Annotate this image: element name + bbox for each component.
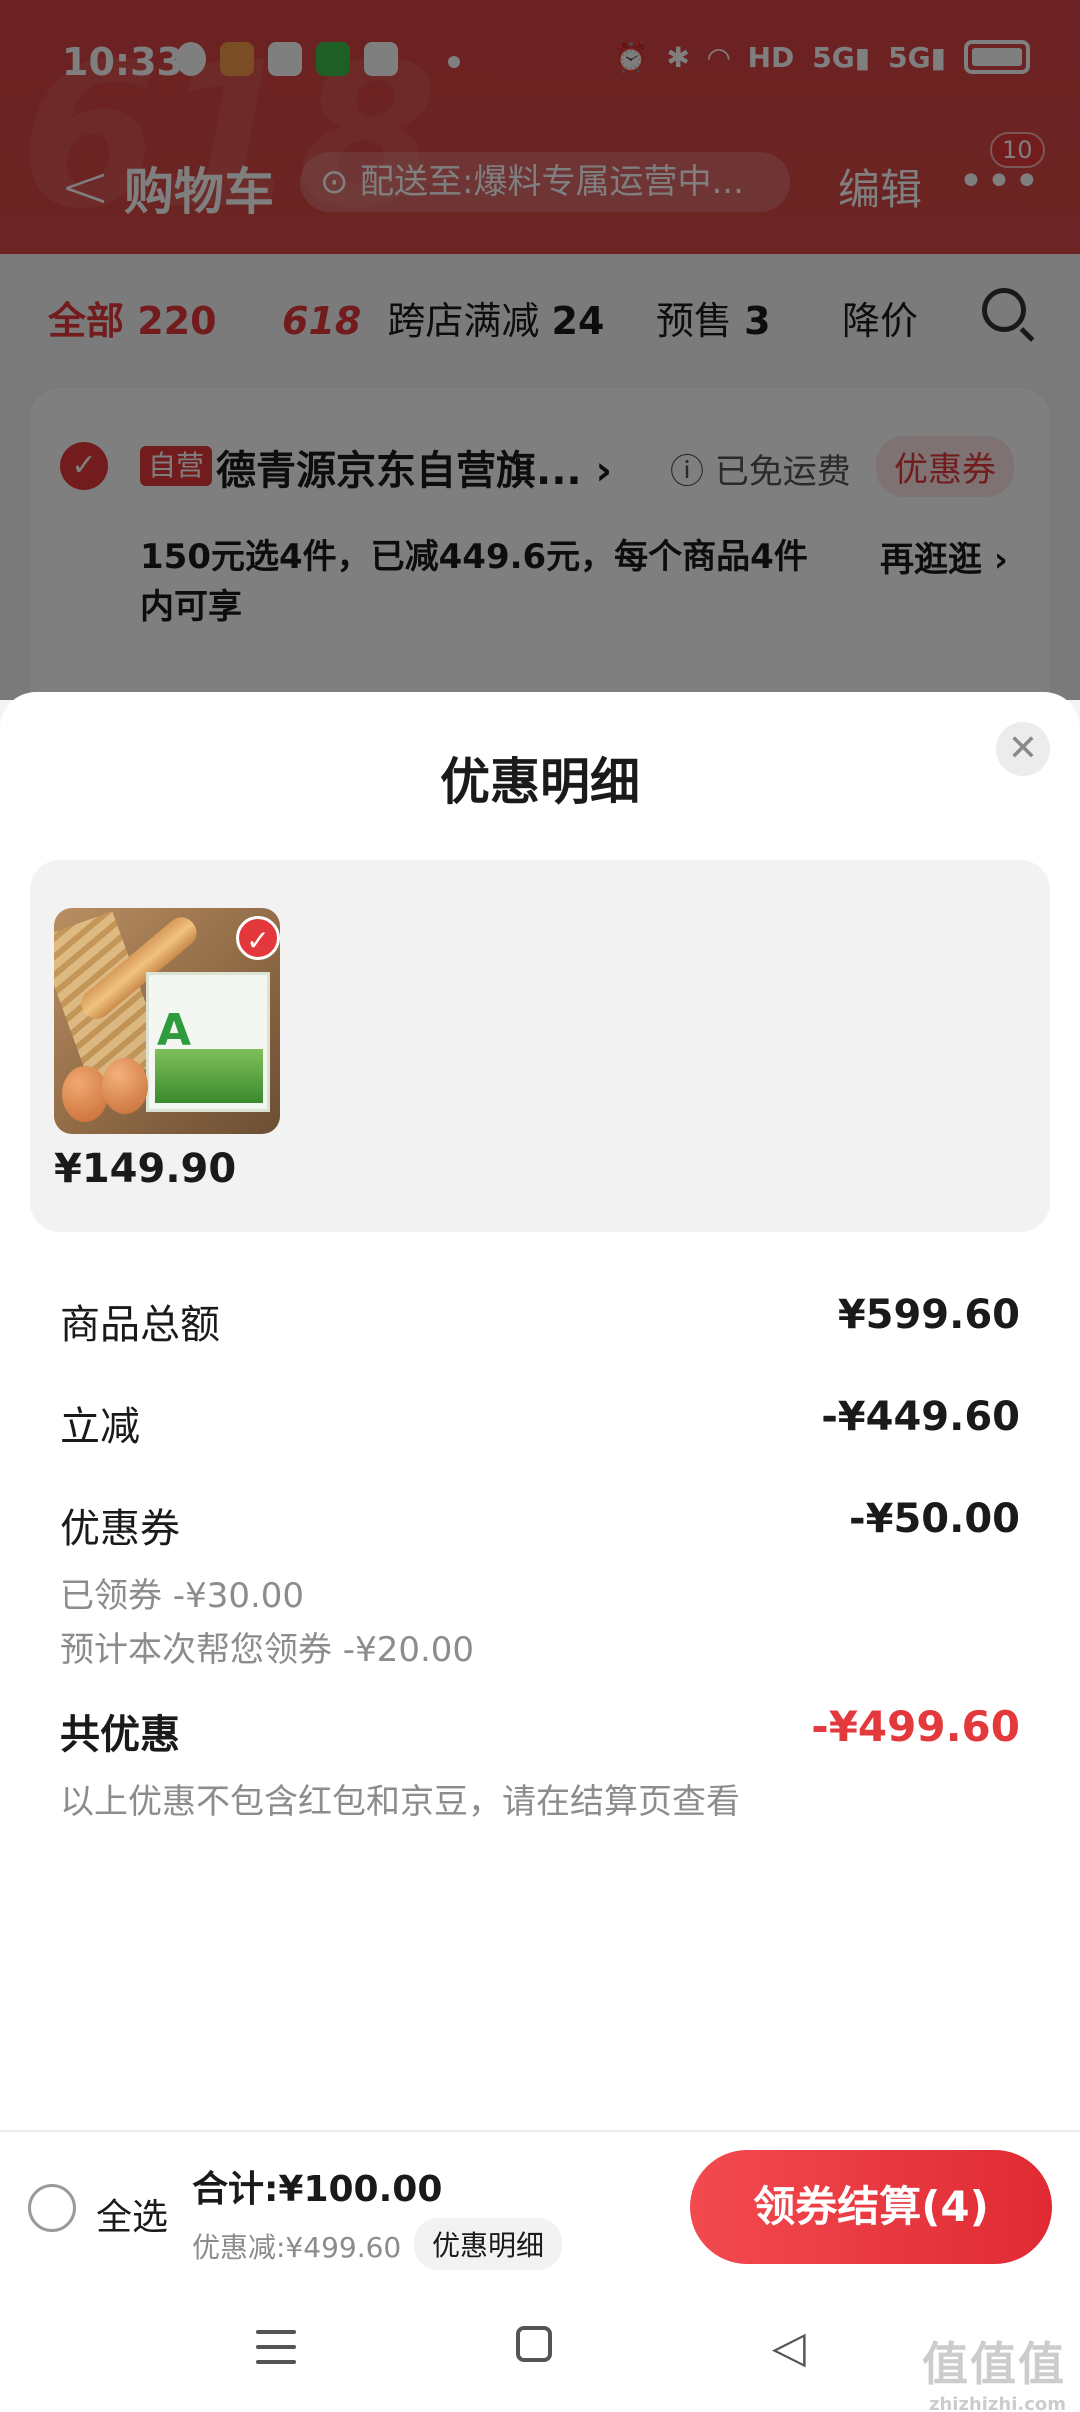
checkout-button[interactable]: 领券结算(4) [690, 2150, 1052, 2264]
row-instant-discount: 立减 -¥449.60 [60, 1394, 1020, 1454]
checkout-bar: 全选 合计:¥100.00 优惠减:¥499.60 优惠明细 领券结算(4) [0, 2130, 1080, 2282]
system-nav-bar: ◁ 值值值 zhizhizhi.com [0, 2282, 1080, 2412]
product-image-field [155, 1049, 263, 1103]
instant-discount-value: -¥449.60 [821, 1394, 1020, 1440]
dim-overlay[interactable] [0, 0, 1080, 700]
coupon-value: -¥50.00 [849, 1496, 1020, 1542]
cart-discount: 优惠减:¥499.60 [192, 2231, 402, 2264]
recent-apps-icon[interactable] [256, 2330, 296, 2364]
watermark-main: 值值值 [922, 2337, 1066, 2391]
back-triangle-icon[interactable]: ◁ [772, 2322, 806, 2373]
discount-note: 以上优惠不包含红包和京豆，请在结算页查看 [60, 1782, 740, 1822]
select-all-radio[interactable] [28, 2184, 76, 2232]
watermark-url: zhizhizhi.com [928, 2394, 1066, 2412]
cart-sum: 合计:¥100.00 [192, 2169, 443, 2210]
row-coupon: 优惠券 -¥50.00 [60, 1496, 1020, 1556]
discount-detail-button[interactable]: 优惠明细 [414, 2218, 563, 2270]
cart-page-background: 618 10:33 ⏰ ✱ ◠ HD 5G▮ 5G▮ < [0, 0, 1080, 788]
row-goods-total: 商品总额 ¥599.60 [60, 1292, 1020, 1352]
product-image-box: A [146, 972, 270, 1112]
coupon-estimated: 预计本次帮您领券 -¥20.00 [60, 1630, 475, 1670]
product-image-egg [102, 1058, 148, 1114]
coupon-claimed: 已领券 -¥30.00 [60, 1576, 305, 1616]
sheet-title: 优惠明细 [440, 753, 640, 811]
product-selected-icon: ✓ [236, 916, 280, 960]
goods-total-value: ¥599.60 [837, 1292, 1020, 1338]
watermark: 值值值 zhizhizhi.com [922, 2328, 1066, 2412]
instant-discount-label: 立减 [60, 1404, 140, 1450]
product-price: ¥149.90 [54, 1146, 237, 1192]
home-icon[interactable] [516, 2326, 552, 2362]
goods-total-label: 商品总额 [60, 1302, 220, 1348]
total-saving-value: -¥499.60 [811, 1702, 1020, 1751]
product-image-egg [62, 1066, 108, 1122]
select-all-label[interactable]: 全选 [96, 2188, 168, 2240]
coupon-label: 优惠券 [60, 1506, 180, 1552]
close-icon[interactable]: ✕ [996, 722, 1050, 776]
row-total-saving: 共优惠 -¥499.60 [60, 1702, 1020, 1762]
product-box: A ✓ ¥149.90 [30, 860, 1050, 1232]
total-saving-label: 共优惠 [60, 1712, 180, 1758]
